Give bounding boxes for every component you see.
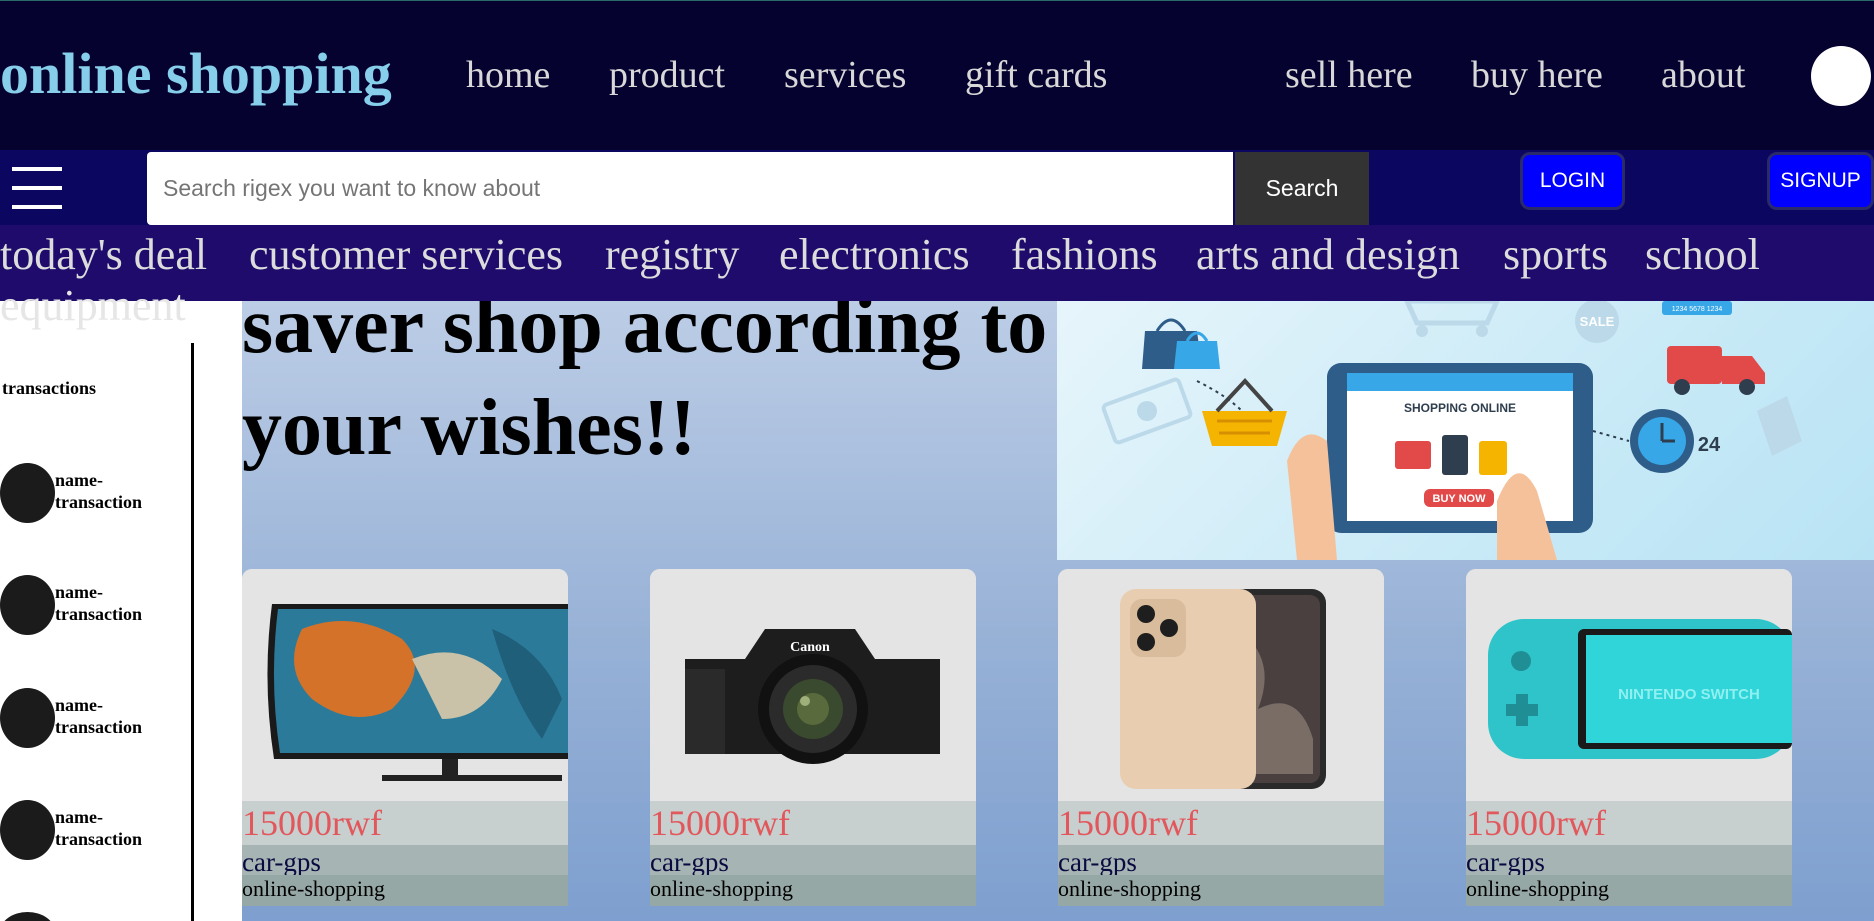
category-equipment[interactable]: equipment [0,280,186,331]
product-card[interactable]: 15000rwf car-gps online-shopping [1058,569,1384,906]
nav-product[interactable]: product [609,53,725,97]
clock-24-label: 24 [1698,434,1721,456]
brand-logo[interactable]: online shopping [0,40,392,107]
sale-tag-label: SALE [1580,314,1615,329]
product-store: online-shopping [1058,875,1384,906]
transaction-item[interactable]: name-transaction [0,688,180,750]
transaction-label: name-transaction [55,807,142,849]
transaction-avatar [0,463,55,523]
product-store: online-shopping [1466,875,1792,906]
hero-shopping-illustration: SHOPPING ONLINE BUY NOW SALE 1234 5678 1… [1057,301,1874,560]
profile-avatar[interactable] [1811,46,1871,106]
transaction-item[interactable]: name-transaction [0,463,180,525]
camera-image: Canon [650,569,976,801]
product-card[interactable]: NINTENDO SWITCH 15000rwf car-gps online-… [1466,569,1792,906]
sidebar-divider [191,343,194,921]
transaction-item[interactable]: name-transaction [0,800,180,862]
product-name: car-gps [242,845,568,877]
sidebar-title: transactions [2,378,96,398]
product-price: 15000rwf [1058,801,1384,845]
category-customer-services[interactable]: customer services [249,229,563,280]
product-store: online-shopping [242,875,568,906]
nav-about[interactable]: about [1661,53,1745,97]
hero-headline: saver shop according to your wishes!! [242,301,1048,472]
product-name: car-gps [1466,845,1792,877]
category-school[interactable]: school [1645,229,1760,280]
transaction-avatar [0,800,55,860]
nav-buy-here[interactable]: buy here [1471,53,1603,97]
category-arts-and-design[interactable]: arts and design [1196,229,1460,280]
transaction-label: name-transaction [55,695,142,737]
product-store: online-shopping [650,875,976,906]
signup-button[interactable]: SIGNUP [1767,152,1874,210]
product-name: car-gps [650,845,976,877]
card-number-label: 1234 5678 1234 [1672,306,1723,313]
nav-gift-cards[interactable]: gift cards [965,53,1107,97]
phone-image [1058,569,1384,801]
main-content: saver shop according to your wishes!! SH… [242,301,1874,921]
tablet-screen-title: SHOPPING ONLINE [1404,401,1516,415]
transaction-label: name-transaction [55,470,142,512]
search-button[interactable]: Search [1235,152,1369,225]
category-fashions[interactable]: fashions [1011,229,1158,280]
login-button[interactable]: LOGIN [1520,152,1625,210]
transaction-label: name-transaction [55,582,142,624]
product-card[interactable]: Canon 15000rwf car-gps online-shopping [650,569,976,906]
nav-sell-here[interactable]: sell here [1285,53,1413,97]
product-price: 15000rwf [1466,801,1792,845]
console-brand-label: NINTENDO SWITCH [1618,686,1760,703]
game-console-image: NINTENDO SWITCH [1466,569,1792,801]
transaction-item[interactable]: name-transaction [0,575,180,637]
nav-home[interactable]: home [466,53,550,97]
product-name: car-gps [1058,845,1384,877]
product-price: 15000rwf [650,801,976,845]
category-electronics[interactable]: electronics [779,229,970,280]
hamburger-menu-icon[interactable] [12,167,62,209]
transaction-avatar [0,688,55,748]
product-card[interactable]: 15000rwf car-gps online-shopping [242,569,568,906]
product-price: 15000rwf [242,801,568,845]
category-sports[interactable]: sports [1503,229,1608,280]
search-input[interactable] [147,152,1233,225]
buy-now-label: BUY NOW [1433,493,1487,505]
category-registry[interactable]: registry [605,229,739,280]
category-todays-deal[interactable]: today's deal [0,229,207,280]
camera-brand-label: Canon [790,640,830,655]
nav-services[interactable]: services [784,53,906,97]
transaction-avatar [0,575,55,635]
tv-image [242,569,568,801]
